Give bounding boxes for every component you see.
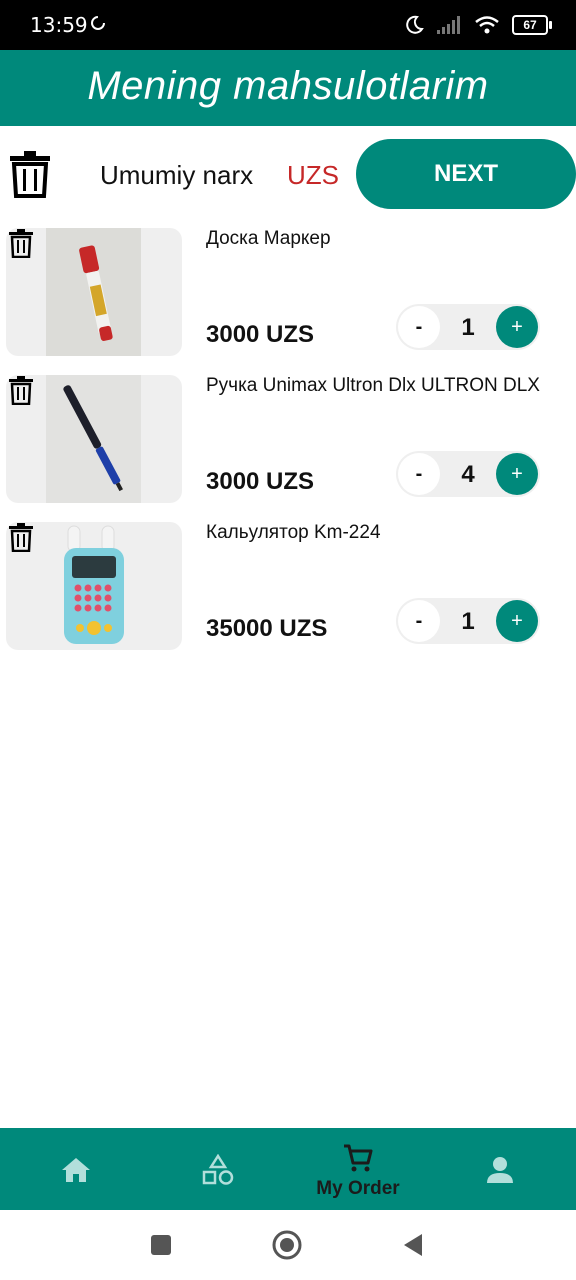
decrease-button[interactable]: -	[398, 600, 440, 642]
quantity-value: 4	[461, 461, 475, 488]
quantity-stepper: - 4 +	[396, 451, 540, 497]
product-name: Ручка Unimax Ultron Dlx ULTRON DLX	[206, 375, 540, 396]
cart-item: Кальулятор Km-224 35000 UZS - 1 +	[0, 516, 576, 656]
pen-photo	[46, 375, 141, 503]
nav-my-order-label: My Order	[316, 1178, 400, 1199]
home-icon	[62, 1158, 90, 1182]
delete-item-trash-icon[interactable]	[8, 375, 34, 405]
marker-photo	[46, 228, 141, 356]
wifi-icon	[475, 16, 499, 34]
status-time: 13:59	[30, 13, 88, 37]
next-button[interactable]: NEXT	[356, 139, 576, 209]
moon-icon	[406, 15, 424, 34]
back-icon[interactable]	[402, 1232, 424, 1258]
clear-cart-trash-icon[interactable]	[8, 150, 52, 198]
product-price: 3000 UZS	[206, 321, 315, 348]
total-price-currency: UZS	[287, 160, 339, 190]
product-price: 35000 UZS	[206, 615, 328, 642]
decrease-button[interactable]: -	[398, 453, 440, 495]
nav-home[interactable]	[4, 1128, 148, 1210]
quantity-stepper: - 1 +	[396, 304, 540, 350]
decrease-button[interactable]: -	[398, 306, 440, 348]
quantity-stepper: - 1 +	[396, 598, 540, 644]
nav-profile[interactable]	[428, 1128, 572, 1210]
delete-item-trash-icon[interactable]	[8, 522, 34, 552]
cart-icon	[344, 1144, 373, 1172]
cart-item: Ручка Unimax Ultron Dlx ULTRON DLX 3000 …	[0, 369, 576, 509]
increase-button[interactable]: +	[496, 306, 538, 348]
nav-categories[interactable]	[146, 1128, 290, 1210]
product-price: 3000 UZS	[206, 468, 315, 495]
order-summary: Umumiy narx UZS NEXT	[0, 126, 576, 222]
product-name: Кальулятор Km-224	[206, 522, 381, 543]
signal-icon	[437, 16, 460, 34]
status-icons: 67	[404, 12, 552, 38]
nav-my-order[interactable]: My Order	[286, 1128, 430, 1210]
data-saver-icon	[91, 16, 105, 30]
system-navigation-bar	[0, 1210, 576, 1280]
increase-button[interactable]: +	[496, 453, 538, 495]
home-button-icon[interactable]	[272, 1230, 302, 1260]
categories-icon	[202, 1154, 234, 1185]
app-bar: Mening mahsulotlarim	[0, 50, 576, 126]
total-price-label: Umumiy narx	[100, 160, 254, 190]
profile-icon	[487, 1157, 513, 1183]
cart-item: Доска Маркер 3000 UZS - 1 +	[0, 222, 576, 362]
battery-icon: 67	[512, 15, 552, 35]
quantity-value: 1	[461, 608, 475, 635]
status-bar: 13:59 67	[0, 0, 576, 50]
increase-button[interactable]: +	[496, 600, 538, 642]
recent-apps-icon[interactable]	[150, 1234, 172, 1256]
page-title: Mening mahsulotlarim	[87, 64, 489, 108]
quantity-value: 1	[461, 314, 475, 341]
calculator-photo	[46, 522, 141, 650]
bottom-navigation: My Order	[0, 1128, 576, 1210]
product-name: Доска Маркер	[206, 228, 331, 249]
delete-item-trash-icon[interactable]	[8, 228, 34, 258]
